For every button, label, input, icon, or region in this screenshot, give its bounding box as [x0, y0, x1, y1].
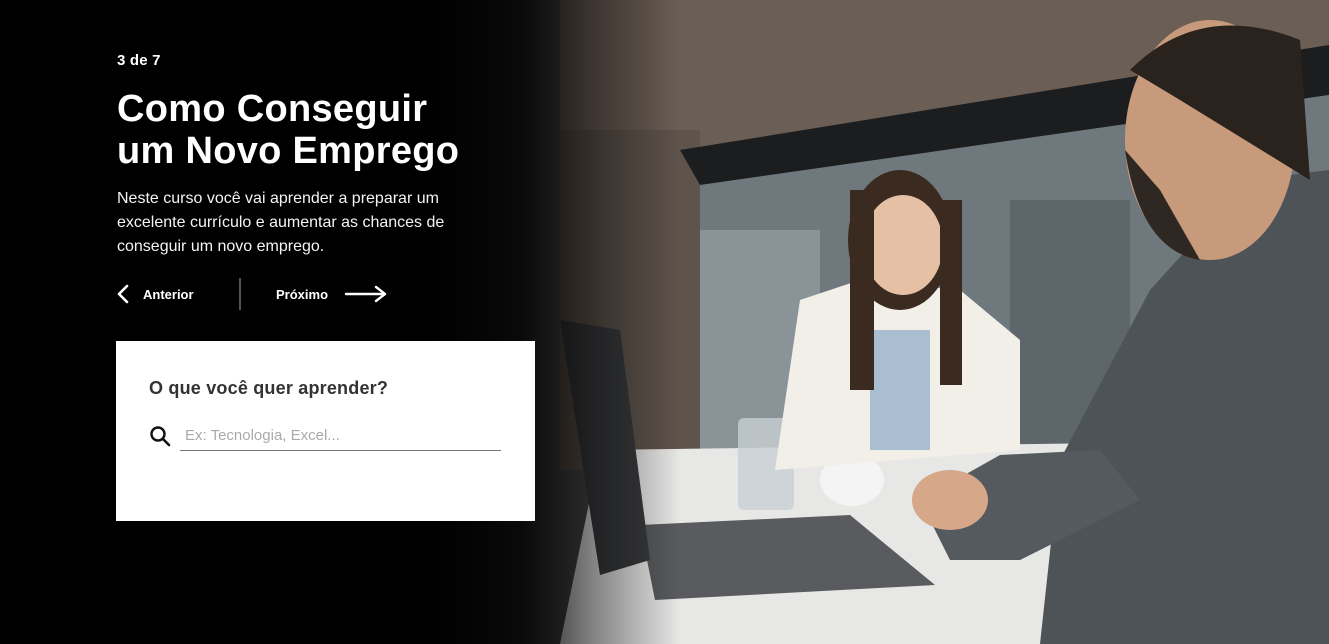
search-card-title: O que você quer aprender?	[149, 378, 389, 398]
slide-content: 3 de 7 Como Conseguir um Novo Emprego Ne…	[117, 52, 547, 259]
slide-title-line1: Como Conseguir	[117, 88, 428, 130]
slide-navigation: Anterior Próximo	[117, 278, 417, 310]
next-label: Próximo	[276, 286, 329, 302]
nav-divider	[239, 278, 241, 310]
slide-description: Neste curso você vai aprender a preparar…	[117, 190, 445, 255]
chevron-left-icon	[117, 284, 129, 304]
search-card: O que você quer aprender?	[116, 341, 535, 521]
slide-title-line2: um Novo Emprego	[117, 130, 460, 172]
slide-title: Como Conseguir um Novo Emprego	[117, 88, 547, 172]
search-icon[interactable]	[149, 425, 171, 447]
search-input[interactable]	[180, 421, 501, 451]
next-button[interactable]: Próximo	[276, 278, 388, 310]
previous-label: Anterior	[143, 286, 194, 302]
previous-button[interactable]: Anterior	[117, 278, 194, 310]
arrow-right-icon	[344, 285, 387, 303]
slide-counter: 3 de 7	[117, 52, 161, 69]
